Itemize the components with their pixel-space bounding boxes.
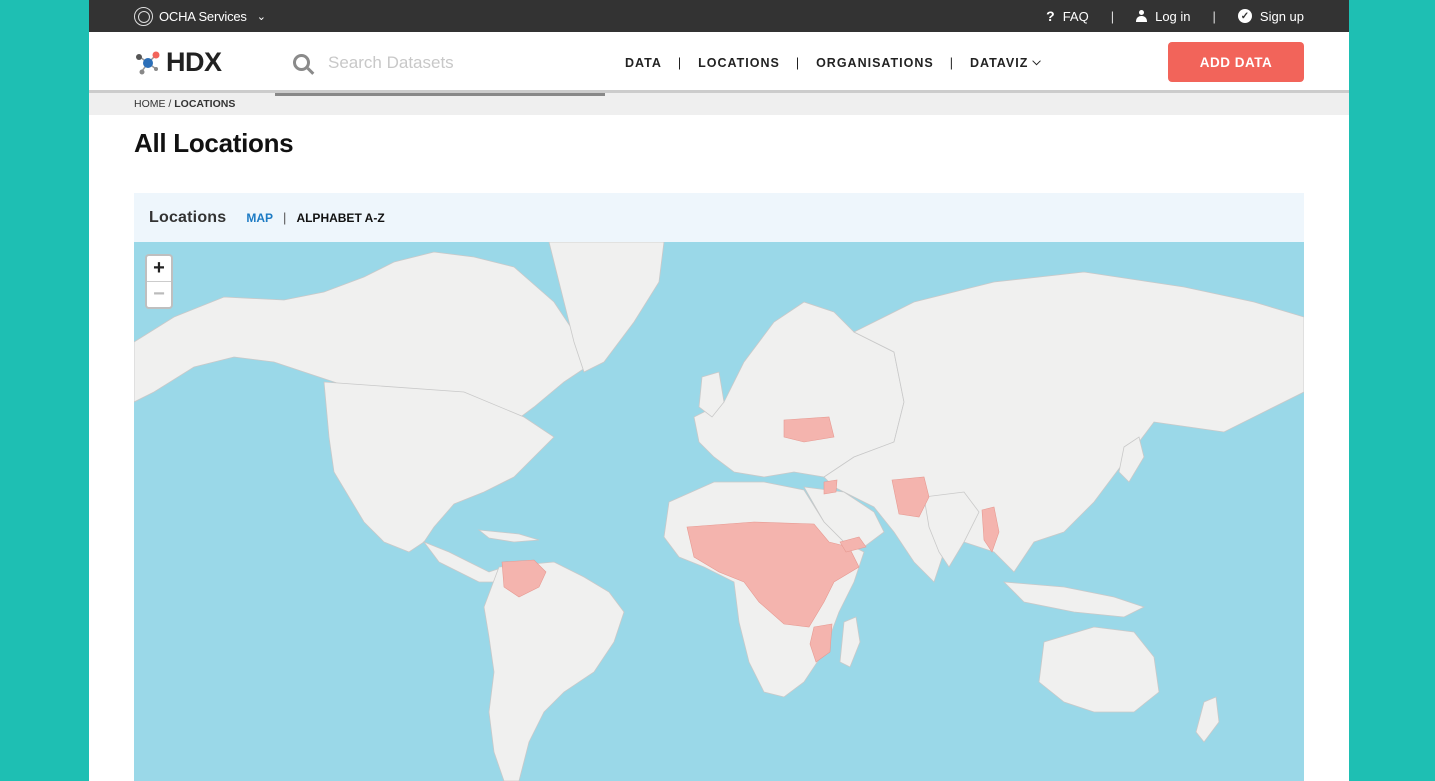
breadcrumb-separator: /: [165, 98, 175, 110]
top-bar: OCHA Services ⌄ ? FAQ | Log in | ✓ Sign …: [89, 0, 1349, 32]
south-america-land: [483, 561, 625, 781]
search-icon[interactable]: [293, 54, 310, 71]
search-bar: [275, 32, 605, 96]
nav-separator: |: [949, 55, 954, 70]
se-asia-islands: [1002, 581, 1146, 618]
logo-text: HDX: [166, 47, 222, 77]
highlight-ukraine: [783, 416, 835, 443]
zoom-control: + −: [145, 254, 173, 309]
faq-label: FAQ: [1062, 8, 1089, 24]
chevron-down-icon: ⌄: [256, 10, 266, 23]
nav-separator: |: [795, 55, 801, 70]
separator: |: [1212, 8, 1216, 24]
signup-label: Sign up: [1259, 8, 1304, 24]
panel-title: Locations: [149, 208, 227, 226]
user-icon: [1136, 10, 1148, 22]
nav-organisations[interactable]: ORGANISATIONS: [816, 56, 934, 70]
search-input[interactable]: [328, 52, 558, 73]
login-link[interactable]: Log in: [1136, 8, 1191, 24]
breadcrumb-home[interactable]: HOME: [134, 98, 166, 110]
login-label: Log in: [1155, 8, 1191, 24]
ocha-services-menu[interactable]: OCHA Services ⌄: [134, 0, 266, 32]
main-header: HDX DATA | LOCATIONS | ORGANISATIONS | D…: [89, 32, 1349, 96]
new-zealand-land: [1195, 696, 1220, 743]
chevron-down-icon[interactable]: ⌵: [1032, 56, 1041, 69]
nav-separator: |: [677, 55, 683, 70]
hdx-logo[interactable]: HDX: [134, 47, 222, 78]
nav-dataviz[interactable]: DATAVIZ: [970, 56, 1028, 70]
check-circle-icon: ✓: [1237, 9, 1252, 23]
signup-link[interactable]: ✓ Sign up: [1237, 8, 1304, 24]
nav-data[interactable]: DATA: [625, 56, 662, 70]
tab-alphabet[interactable]: ALPHABET A-Z: [296, 211, 384, 225]
central-america-land: [422, 541, 505, 583]
tab-map[interactable]: MAP: [246, 211, 273, 225]
australia-land: [1038, 626, 1160, 713]
highlight-syria: [823, 479, 838, 495]
locations-panel-header: Locations MAP | ALPHABET A-Z: [134, 193, 1304, 242]
breadcrumb-current: LOCATIONS: [174, 98, 236, 110]
page: OCHA Services ⌄ ? FAQ | Log in | ✓ Sign …: [89, 0, 1349, 781]
faq-link[interactable]: ? FAQ: [1046, 8, 1089, 24]
account-links: ? FAQ | Log in | ✓ Sign up: [1046, 0, 1304, 32]
zoom-out-button[interactable]: −: [147, 281, 171, 306]
separator: |: [1110, 8, 1115, 24]
world-map[interactable]: + −: [134, 242, 1304, 781]
zoom-in-button[interactable]: +: [147, 256, 171, 281]
world-map-canvas: [134, 242, 1304, 781]
ocha-services-label: OCHA Services: [159, 8, 247, 24]
add-data-button[interactable]: ADD DATA: [1168, 42, 1304, 82]
hdx-logo-icon: [136, 51, 160, 74]
breadcrumb: HOME / LOCATIONS: [89, 93, 1349, 115]
page-title: All Locations: [134, 128, 294, 158]
nav-locations[interactable]: LOCATIONS: [698, 56, 780, 70]
land-masses: [134, 242, 1304, 781]
un-logo-icon: [134, 6, 153, 26]
madagascar-land: [839, 616, 861, 668]
main-nav: DATA | LOCATIONS | ORGANISATIONS | DATAV…: [625, 32, 1042, 93]
tab-separator: |: [283, 210, 287, 225]
caribbean-land: [477, 529, 540, 543]
question-icon: ?: [1046, 8, 1055, 24]
